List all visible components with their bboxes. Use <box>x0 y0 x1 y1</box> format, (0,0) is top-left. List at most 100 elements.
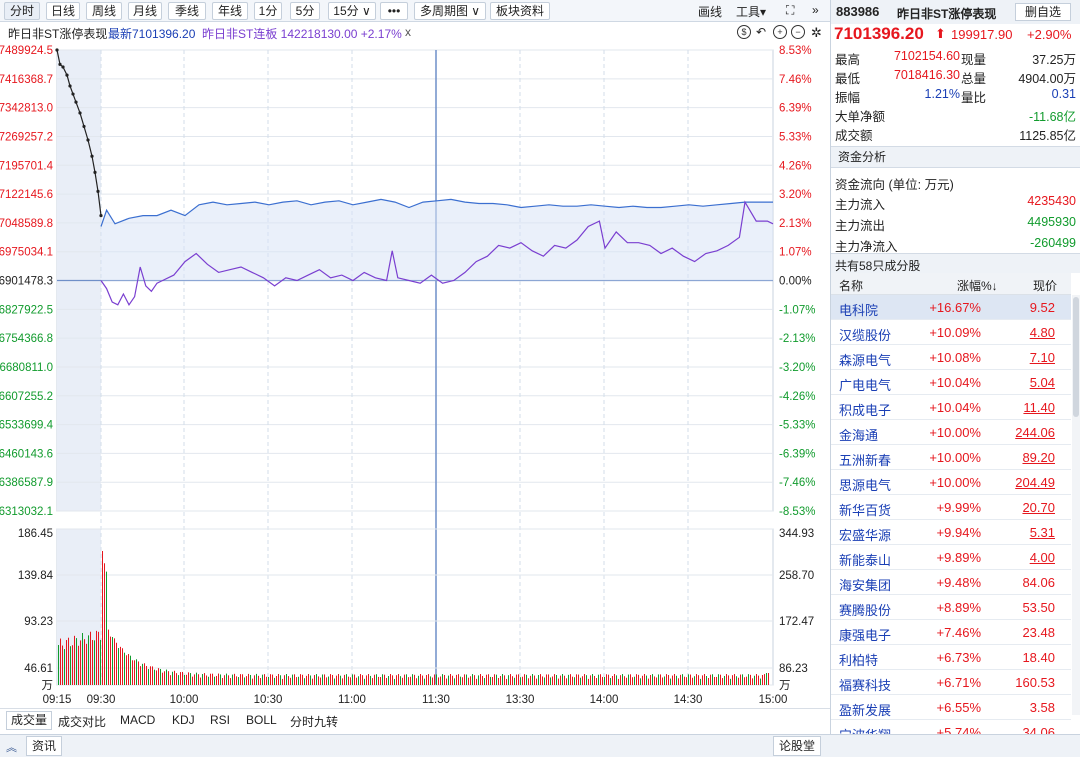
stock-pct: +10.04% <box>929 400 981 415</box>
pre-open-point <box>96 189 100 193</box>
period-quarterly-button[interactable]: 季线 <box>168 2 206 20</box>
sector-info-button[interactable]: 板块资料 <box>490 2 550 20</box>
component-row[interactable]: 赛腾股份 +8.89% 53.50 <box>831 595 1071 620</box>
indicator-tab[interactable]: MACD <box>120 713 155 727</box>
stock-name[interactable]: 赛腾股份 <box>839 600 891 619</box>
stock-name[interactable]: 海安集团 <box>839 575 891 594</box>
stock-name[interactable]: 电科院 <box>839 300 878 319</box>
period-weekly-button[interactable]: 周线 <box>86 2 122 20</box>
stock-name[interactable]: 森源电气 <box>839 350 891 369</box>
period-15min-button[interactable]: 15分 ∨ <box>328 2 376 20</box>
volume-bar <box>726 674 727 685</box>
stock-name[interactable]: 福赛科技 <box>839 675 891 694</box>
stock-name[interactable]: 利柏特 <box>839 650 878 669</box>
settings-icon[interactable]: ✲ <box>811 25 822 41</box>
period-5min-button[interactable]: 5分 <box>290 2 320 20</box>
stat-label: 总量 <box>961 72 987 86</box>
component-row[interactable]: 盈新发展 +6.55% 3.58 <box>831 695 1071 720</box>
stock-name[interactable]: 汉缆股份 <box>839 325 891 344</box>
volume-bar <box>202 674 203 685</box>
component-row[interactable]: 利柏特 +6.73% 18.40 <box>831 645 1071 670</box>
component-row[interactable]: 思源电气 +10.00% 204.49 <box>831 470 1071 495</box>
multi-period-button[interactable]: 多周期图 ∨ <box>414 2 486 20</box>
stock-name[interactable]: 宏盛华源 <box>839 525 891 544</box>
volume-bar <box>340 675 341 685</box>
close-overlay-button[interactable]: x <box>405 25 411 39</box>
indicator-tab[interactable]: 分时九转 <box>290 713 338 730</box>
volume-bar <box>62 645 63 685</box>
capital-title: 资金分析 <box>838 150 887 164</box>
stock-name[interactable]: 新华百货 <box>839 500 891 519</box>
volume-bar <box>76 638 77 685</box>
component-row[interactable]: 积成电子 +10.04% 11.40 <box>831 395 1071 420</box>
period-more-button[interactable]: ••• <box>380 2 408 20</box>
volume-bar <box>112 637 113 685</box>
indicator-tab[interactable]: KDJ <box>172 713 195 727</box>
volume-bar <box>326 677 327 685</box>
component-row[interactable]: 福赛科技 +6.71% 160.53 <box>831 670 1071 695</box>
volume-bar <box>58 645 59 685</box>
period-intraday-button[interactable]: 分时 <box>4 2 40 20</box>
volume-bar <box>384 674 385 685</box>
volume-bar <box>498 677 499 685</box>
component-row[interactable]: 海安集团 +9.48% 84.06 <box>831 570 1071 595</box>
col-name-header[interactable]: 名称 <box>839 277 863 294</box>
component-row[interactable]: 宏盛华源 +9.94% 5.31 <box>831 520 1071 545</box>
volume-bar <box>174 670 175 685</box>
scrollbar-thumb[interactable] <box>1073 297 1079 417</box>
expand-icon[interactable]: ⛶ <box>786 3 794 18</box>
stock-name[interactable]: 盈新发展 <box>839 700 891 719</box>
component-row[interactable]: 电科院 +16.67% 9.52 <box>831 295 1071 320</box>
volume-bar <box>134 660 135 685</box>
indicator-tab[interactable]: RSI <box>210 713 230 727</box>
period-daily-button[interactable]: 日线 <box>46 2 80 20</box>
intraday-chart[interactable]: 7489924.5 8.53% 7416368.7 7.46% 7342813.0 6.3… <box>0 42 830 708</box>
component-row[interactable]: 汉缆股份 +10.09% 4.80 <box>831 320 1071 345</box>
news-tab[interactable]: 资讯 <box>26 736 62 756</box>
indicator-tab[interactable]: 成交对比 <box>58 713 106 730</box>
forum-button[interactable]: 论股堂 <box>773 736 821 756</box>
double-chevron-icon[interactable]: » <box>812 3 819 17</box>
indicator-tab[interactable]: BOLL <box>246 713 277 727</box>
dollar-icon[interactable]: $ <box>737 25 751 39</box>
period-yearly-button[interactable]: 年线 <box>212 2 248 20</box>
collapse-chevron-icon[interactable]: ︽ <box>6 739 17 755</box>
stock-name[interactable]: 积成电子 <box>839 400 891 419</box>
draw-line-button[interactable]: 画线 <box>698 3 722 20</box>
component-row[interactable]: 新能泰山 +9.89% 4.00 <box>831 545 1071 570</box>
stock-name[interactable]: 五洲新春 <box>839 450 891 469</box>
component-row[interactable]: 森源电气 +10.08% 7.10 <box>831 345 1071 370</box>
vol-tick-label: 139.84 <box>18 570 54 582</box>
stock-name[interactable]: 广电电气 <box>839 375 891 394</box>
component-row[interactable]: 金海通 +10.00% 244.06 <box>831 420 1071 445</box>
volume-bar <box>720 674 721 685</box>
capital-section-header[interactable]: 资金分析 <box>831 146 1080 168</box>
zoom-in-icon[interactable]: + <box>773 25 787 39</box>
component-row[interactable]: 康强电子 +7.46% 23.48 <box>831 620 1071 645</box>
stock-name[interactable]: 康强电子 <box>839 625 891 644</box>
col-price-header[interactable]: 现价 <box>1033 277 1057 294</box>
zoom-out-icon[interactable]: − <box>791 25 805 39</box>
stock-name[interactable]: 新能泰山 <box>839 550 891 569</box>
volume-bar <box>724 675 725 685</box>
undo-icon[interactable]: ↶ <box>756 25 766 39</box>
col-pct-header[interactable]: 涨幅%↓ <box>957 277 998 294</box>
remove-watchlist-button[interactable]: 删自选 <box>1015 3 1071 21</box>
stock-name[interactable]: 思源电气 <box>839 475 891 494</box>
volume-bar <box>622 674 623 685</box>
volume-bar <box>456 674 457 685</box>
stat-label: 现量 <box>961 53 987 67</box>
component-row[interactable]: 广电电气 +10.04% 5.04 <box>831 370 1071 395</box>
tools-menu-button[interactable]: 工具▾ <box>736 3 766 20</box>
intraday-chart-svg[interactable]: 7489924.5 8.53% 7416368.7 7.46% 7342813.0 6.3… <box>0 42 830 708</box>
volume-bar <box>300 674 301 685</box>
volume-bar <box>310 675 311 685</box>
component-row[interactable]: 五洲新春 +10.00% 89.20 <box>831 445 1071 470</box>
indicator-tab[interactable]: 成交量 <box>6 711 53 730</box>
volume-bar <box>380 677 381 685</box>
component-row[interactable]: 新华百货 +9.99% 20.70 <box>831 495 1071 520</box>
components-scrollbar[interactable] <box>1072 295 1080 715</box>
stock-name[interactable]: 金海通 <box>839 425 878 444</box>
period-monthly-button[interactable]: 月线 <box>128 2 162 20</box>
period-1min-button[interactable]: 1分 <box>254 2 282 20</box>
